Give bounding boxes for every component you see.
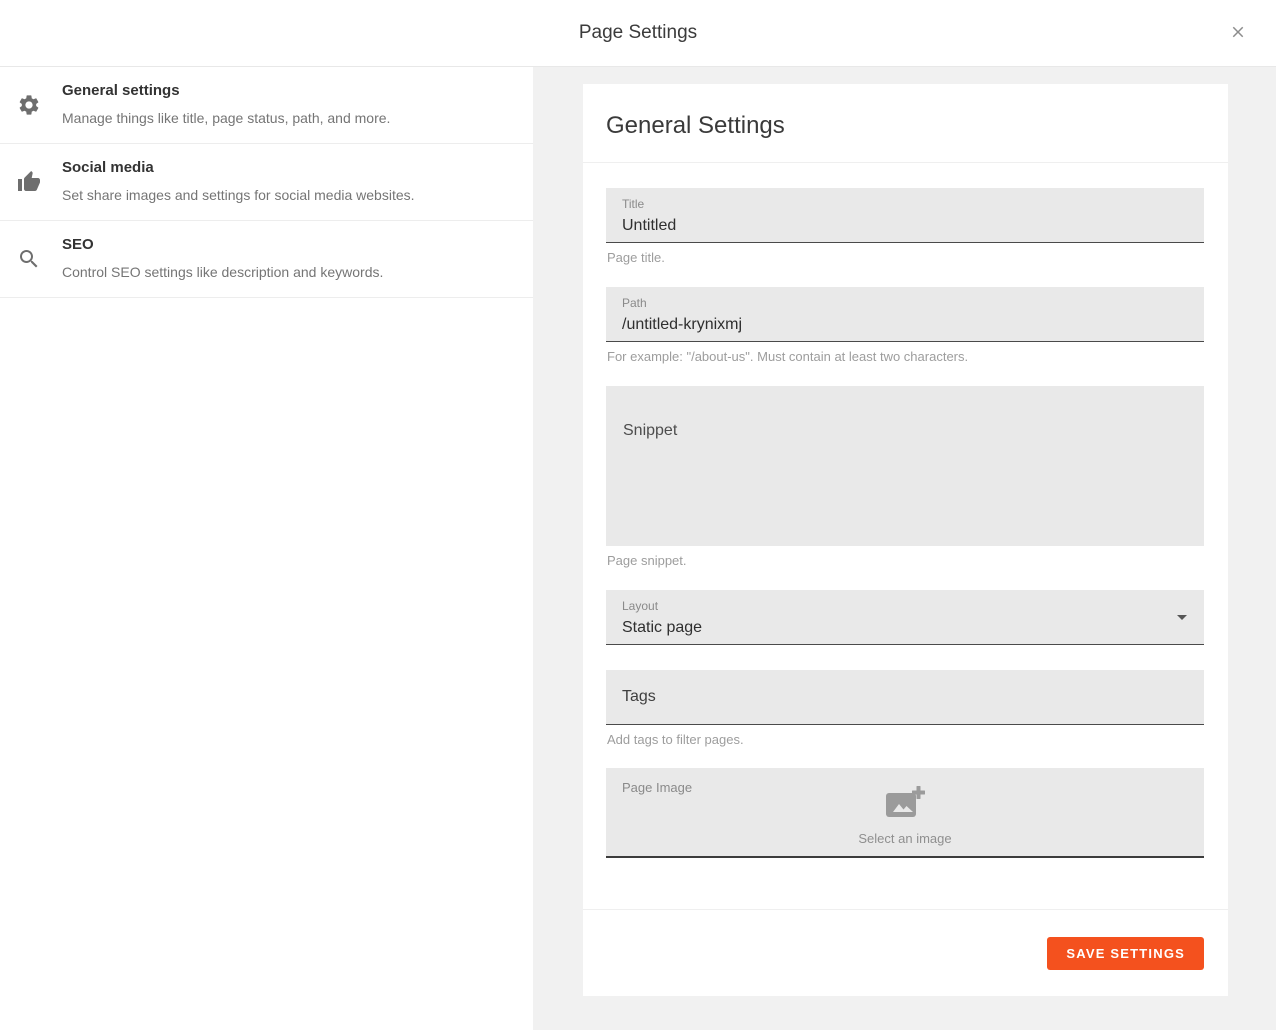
snippet-field-helper: Page snippet. [607,553,1204,569]
snippet-field-group: Page snippet. [606,386,1204,569]
sidebar-item-label: General settings [62,81,509,101]
title-input[interactable] [622,214,1188,238]
page-image-action-label: Select an image [858,831,951,846]
settings-content-pane: General Settings Title Page title. [533,67,1276,1030]
path-field-helper: For example: "/about-us". Must contain a… [607,349,1204,365]
title-field-box: Title [606,188,1204,243]
modal-body: General settings Manage things like titl… [0,67,1276,1030]
settings-sidebar: General settings Manage things like titl… [0,67,533,1030]
title-field-label: Title [622,197,1188,212]
thumb-up-icon [17,170,41,194]
card-title: General Settings [606,110,1204,142]
image-add-icon [885,786,925,820]
sidebar-item-description: Control SEO settings like description an… [62,263,509,281]
layout-field-label: Layout [622,599,1188,614]
snippet-textarea[interactable] [606,386,1204,546]
search-icon [17,247,41,271]
page-settings-modal: Page Settings General settings Manage th… [0,0,1276,1030]
page-image-picker[interactable]: Page Image Select an image [606,768,1204,858]
modal-header: Page Settings [0,0,1276,67]
sidebar-item-seo[interactable]: SEO Control SEO settings like descriptio… [0,221,533,298]
path-input[interactable] [622,313,1188,337]
gear-icon [17,93,41,117]
tags-input[interactable] [622,685,1188,709]
sidebar-item-social-media[interactable]: Social media Set share images and settin… [0,144,533,221]
card-header: General Settings [583,84,1228,163]
tags-field-helper: Add tags to filter pages. [607,732,1204,748]
caret-down-icon [1170,605,1194,629]
layout-selected-value: Static page [622,616,1188,640]
general-settings-card: General Settings Title Page title. [583,84,1228,996]
card-body: Title Page title. Path For example: "/ab… [583,163,1228,858]
sidebar-item-label: Social media [62,158,509,178]
layout-select[interactable]: Layout Static page [606,590,1204,645]
layout-field-group: Layout Static page [606,590,1204,645]
path-field-box: Path [606,287,1204,342]
sidebar-item-description: Manage things like title, page status, p… [62,109,509,127]
page-image-label: Page Image [622,780,692,795]
close-icon [1229,23,1247,44]
card-footer: SAVE SETTINGS [583,909,1228,996]
close-button[interactable] [1224,19,1252,47]
sidebar-item-description: Set share images and settings for social… [62,186,509,204]
title-field-helper: Page title. [607,250,1204,266]
modal-title: Page Settings [579,22,697,44]
path-field-label: Path [622,296,1188,311]
tags-field-group: Add tags to filter pages. [606,670,1204,748]
save-settings-button[interactable]: SAVE SETTINGS [1047,937,1204,970]
sidebar-item-general-settings[interactable]: General settings Manage things like titl… [0,67,533,144]
sidebar-item-label: SEO [62,235,509,255]
title-field-group: Title Page title. [606,188,1204,266]
tags-field-box [606,670,1204,725]
path-field-group: Path For example: "/about-us". Must cont… [606,287,1204,365]
